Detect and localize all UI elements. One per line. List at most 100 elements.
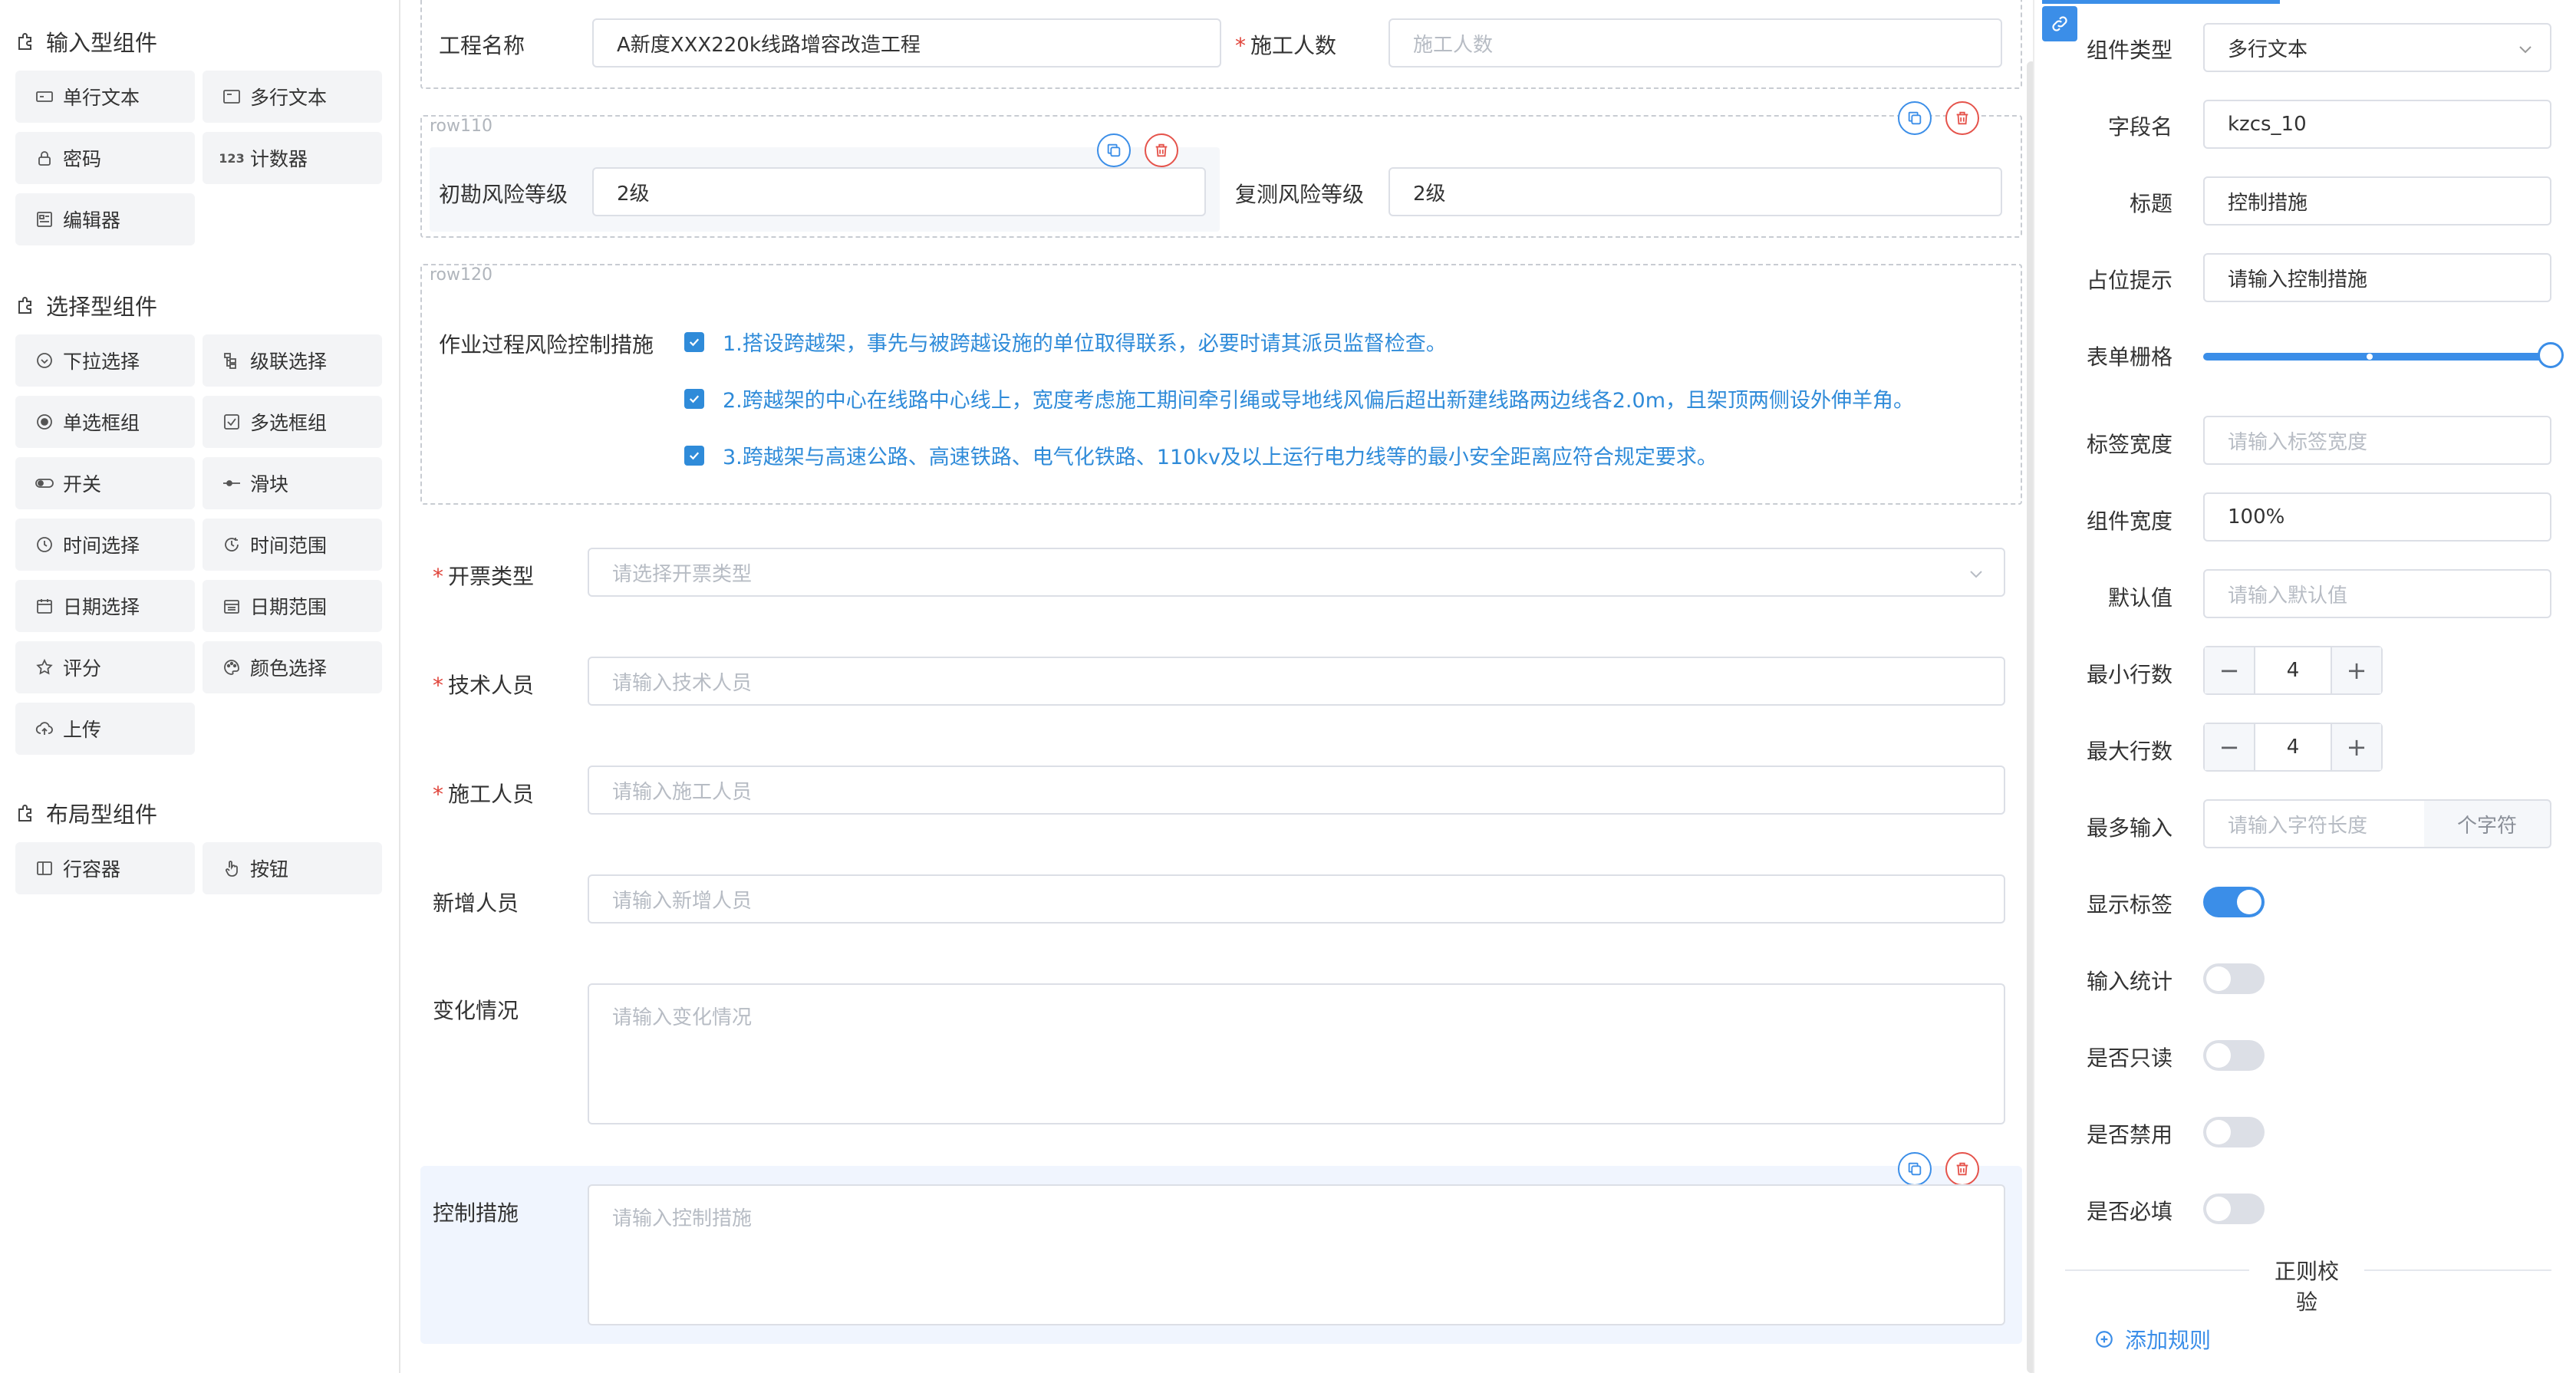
max-rows-value[interactable]: 4 [2254, 724, 2332, 770]
change-textarea[interactable]: 请输入变化情况 [588, 983, 2005, 1124]
editor-icon [34, 209, 55, 230]
control-textarea[interactable]: 请输入控制措施 [588, 1184, 2005, 1325]
control-delete-button[interactable] [1945, 1152, 1979, 1186]
disabled-label: 是否禁用 [2086, 1122, 2172, 1147]
initial-risk-label: 初勘风险等级 [439, 182, 568, 207]
recheck-risk-label: 复测风险等级 [1235, 182, 1365, 207]
disabled-toggle[interactable] [2203, 1117, 2265, 1147]
checkbox-checked-icon [684, 445, 704, 466]
control-label: 控制措施 [433, 1200, 519, 1226]
title-input[interactable]: 控制措施 [2203, 176, 2551, 226]
project-name-label: 工程名称 [439, 33, 525, 58]
worker-staff-input[interactable]: 请输入施工人员 [588, 766, 2005, 815]
item-delete-button[interactable] [1145, 133, 1178, 167]
worker-staff-label: * 施工人员 [433, 782, 535, 807]
comp-row-container[interactable]: 行容器 [15, 842, 195, 894]
label-width-input[interactable]: 请输入标签宽度 [2203, 416, 2551, 465]
comp-checkbox-group[interactable]: 多选框组 [203, 396, 382, 448]
comp-button[interactable]: 按钮 [203, 842, 382, 894]
comp-color-picker[interactable]: 颜色选择 [203, 641, 382, 693]
hand-pointer-icon [221, 858, 242, 879]
comp-date-picker[interactable]: 日期选择 [15, 580, 195, 632]
max-rows-stepper[interactable]: − 4 + [2203, 723, 2383, 772]
dropdown-icon [34, 350, 55, 371]
default-value-label: 默认值 [2107, 585, 2172, 611]
tech-staff-label: * 技术人员 [433, 673, 535, 698]
comp-date-range[interactable]: 日期范围 [203, 580, 382, 632]
max-input-suffix: 个字符 [2424, 799, 2551, 848]
comp-upload[interactable]: 上传 [15, 703, 195, 755]
switch-icon [34, 472, 55, 494]
comp-editor[interactable]: 编辑器 [15, 193, 195, 245]
max-input-field[interactable]: 请输入字符长度 [2203, 799, 2426, 848]
minus-icon[interactable]: − [2205, 647, 2254, 693]
recheck-risk-input[interactable]: 2级 [1388, 167, 2002, 216]
comp-width-input[interactable]: 100% [2203, 492, 2551, 542]
change-label: 变化情况 [433, 998, 519, 1023]
trash-icon [1954, 110, 1971, 127]
comp-time-range[interactable]: 时间范围 [203, 519, 382, 571]
field-name-input[interactable]: kzcs_10 [2203, 100, 2551, 149]
minus-icon[interactable]: − [2205, 724, 2254, 770]
clock-icon [34, 534, 55, 555]
risk-option-1[interactable]: 1.搭设跨越架，事先与被跨越设施的单位取得联系，必要时请其派员监督检查。 [684, 327, 1447, 357]
single-line-text-icon [34, 86, 55, 107]
link-icon [2050, 14, 2070, 34]
control-copy-button[interactable] [1898, 1152, 1932, 1186]
comp-counter[interactable]: 123 计数器 [203, 132, 382, 184]
comp-rate[interactable]: 评分 [15, 641, 195, 693]
row110-delete-button[interactable] [1945, 101, 1979, 135]
tech-staff-input[interactable]: 请输入技术人员 [588, 657, 2005, 706]
component-type-label: 组件类型 [2086, 38, 2172, 63]
workers-count-input[interactable]: 施工人数 [1388, 18, 2002, 67]
comp-time-picker[interactable]: 时间选择 [15, 519, 195, 571]
min-rows-stepper[interactable]: − 4 + [2203, 646, 2383, 695]
readonly-toggle[interactable] [2203, 1040, 2265, 1071]
grid-slider-handle[interactable] [2538, 342, 2564, 368]
project-name-input[interactable]: A新度XXX220k线路增容改造工程 [592, 18, 1221, 67]
regex-title: 正则校验 [2274, 1259, 2339, 1315]
puzzle-icon [15, 802, 46, 825]
min-rows-label: 最小行数 [2086, 662, 2172, 687]
component-type-select[interactable]: 多行文本 [2203, 23, 2551, 72]
default-value-input[interactable]: 请输入默认值 [2203, 569, 2551, 618]
row120-tag: row120 [430, 265, 493, 285]
new-staff-input[interactable]: 请输入新增人员 [588, 874, 2005, 924]
multi-line-text-icon [221, 86, 242, 107]
input-count-toggle[interactable] [2203, 963, 2265, 994]
item-copy-button[interactable] [1097, 133, 1131, 167]
show-label-toggle[interactable] [2203, 887, 2265, 917]
row110-copy-button[interactable] [1898, 101, 1932, 135]
risk-option-3[interactable]: 3.跨越架与高速公路、高速铁路、电气化铁路、110kv及以上运行电力线等的最小安… [684, 440, 1718, 470]
comp-cascader[interactable]: 级联选择 [203, 334, 382, 387]
comp-dropdown[interactable]: 下拉选择 [15, 334, 195, 387]
min-rows-value[interactable]: 4 [2254, 647, 2332, 693]
comp-single-line-text[interactable]: 单行文本 [15, 71, 195, 123]
puzzle-icon [15, 30, 46, 53]
risk-option-2[interactable]: 2.跨越架的中心在线路中心线上，宽度考虑施工期间牵引绳或导地线风偏后超出新建线路… [684, 384, 1914, 413]
grid-label: 表单栅格 [2086, 344, 2172, 370]
copy-icon [1906, 110, 1923, 127]
cascader-icon [221, 350, 242, 371]
comp-multi-line-text[interactable]: 多行文本 [203, 71, 382, 123]
grid-slider-track[interactable] [2203, 353, 2551, 361]
comp-password[interactable]: 密码 [15, 132, 195, 184]
row110-tag: row110 [430, 117, 493, 136]
section-title-select: 选择型组件 [15, 288, 157, 322]
placeholder-input[interactable]: 请输入控制措施 [2203, 253, 2551, 302]
checkbox-checked-icon [684, 388, 704, 409]
component-palette: 输入型组件 单行文本 多行文本 密码 123 计数器 编辑器 选择型组件 下拉选… [0, 0, 400, 1373]
calendar-icon [34, 595, 55, 617]
plus-icon[interactable]: + [2332, 647, 2381, 693]
comp-slider[interactable]: 滑块 [203, 457, 382, 509]
upload-icon [34, 718, 55, 739]
add-rule-button[interactable]: 添加规则 [2094, 1324, 2211, 1355]
lock-icon [34, 147, 55, 169]
ticket-type-select[interactable]: 请选择开票类型 [588, 548, 2005, 597]
initial-risk-input[interactable]: 2级 [592, 167, 1206, 216]
comp-switch[interactable]: 开关 [15, 457, 195, 509]
slider-icon [221, 472, 242, 494]
required-toggle[interactable] [2203, 1194, 2265, 1224]
plus-icon[interactable]: + [2332, 724, 2381, 770]
comp-radio-group[interactable]: 单选框组 [15, 396, 195, 448]
